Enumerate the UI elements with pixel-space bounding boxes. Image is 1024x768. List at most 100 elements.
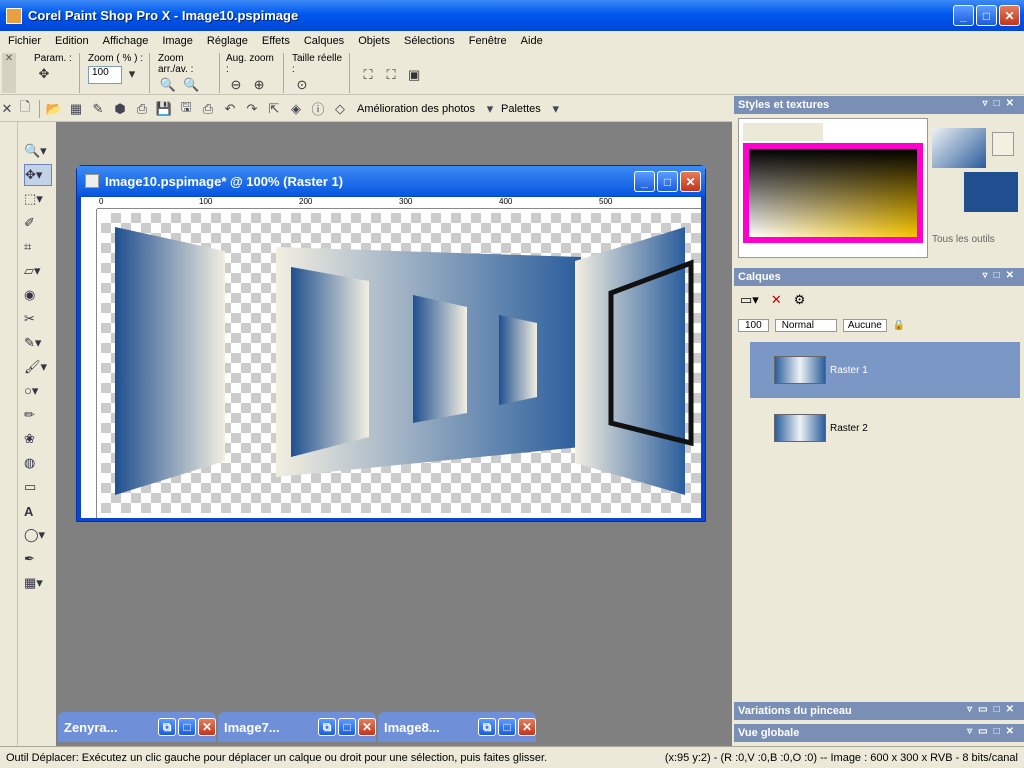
maximize-button[interactable]: □ [976,5,997,26]
color-gradient[interactable] [743,143,923,243]
close-toolbar-icon[interactable]: ✕ [0,98,14,120]
canvas-area[interactable]: 0 100 200 300 400 500 [81,197,701,518]
eraser-icon[interactable]: ◇ [329,98,351,120]
save-as-icon[interactable]: 🖫 [175,98,197,120]
panel-buttons[interactable]: ▿▭□✕ [967,726,1020,737]
art-eraser-tool-icon[interactable]: ▭ [24,476,52,498]
save-icon[interactable]: 💾 [153,98,175,120]
transform-tool-icon[interactable]: ▱▾ [24,260,52,282]
image-canvas[interactable] [101,213,701,513]
menu-fenetre[interactable]: Fenêtre [469,35,507,47]
move-tool-icon[interactable]: ✥▾ [24,164,52,186]
full-screen-icon[interactable]: ▣ [404,67,424,85]
menu-effets[interactable]: Effets [262,35,290,47]
layer-row-raster-2[interactable]: Raster 2 [750,400,1020,456]
palette-tabs[interactable] [743,123,823,141]
amelioration-menu[interactable]: Amélioration des photos [357,103,475,115]
close-button[interactable]: ✕ [999,5,1020,26]
paint-brush-tool-icon[interactable]: 🖌▾ [24,356,52,378]
close-button[interactable]: ✕ [198,718,216,736]
maximize-button[interactable]: □ [338,718,356,736]
brush-panel-header[interactable]: Variations du pinceau ▿▭□✕ [734,702,1024,720]
minimized-window[interactable]: Image8... ⧉ □ ✕ [378,712,536,742]
all-tools-checkbox[interactable]: Tous les outils [932,234,995,245]
menu-objets[interactable]: Objets [358,35,390,47]
menu-reglage[interactable]: Réglage [207,35,248,47]
zoom-plus-icon[interactable]: ⊕ [249,77,269,95]
menu-calques[interactable]: Calques [304,35,344,47]
maximize-button[interactable]: □ [498,718,516,736]
menu-aide[interactable]: Aide [521,35,543,47]
panel-buttons[interactable]: ▿▭□✕ [967,704,1020,715]
fit-image-icon[interactable]: ⛶ [381,67,401,85]
flood-fill-tool-icon[interactable]: ◍ [24,452,52,474]
red-eye-tool-icon[interactable]: ◉ [24,284,52,306]
dropdown-arrow-icon[interactable]: ▾ [551,98,561,120]
close-button[interactable]: ✕ [358,718,376,736]
dodge-tool-icon[interactable]: ○▾ [24,380,52,402]
new-layer-icon[interactable]: ▭▾ [740,292,759,308]
toolbar-grip[interactable]: ✕ [2,53,16,93]
background-swatch[interactable] [964,172,1018,212]
close-button[interactable]: ✕ [518,718,536,736]
actual-size-icon[interactable]: ⊙ [292,77,312,95]
zoom-spinner-icon[interactable]: ▾ [125,66,139,84]
zoom-minus-icon[interactable]: ⊖ [226,77,246,95]
crop-tool-icon[interactable]: ⌗ [24,236,52,258]
minimize-button[interactable]: _ [953,5,974,26]
image-close-button[interactable]: ✕ [680,171,701,192]
mask-select[interactable]: Aucune [842,318,887,332]
resize-icon[interactable]: ⇱ [263,98,285,120]
move-icon[interactable]: ✥ [34,66,54,84]
menu-image[interactable]: Image [162,35,193,47]
eraser-tool-icon[interactable]: ✏ [24,404,52,426]
clone-tool-icon[interactable]: ✎▾ [24,332,52,354]
text-tool-icon[interactable]: A [24,500,52,522]
maximize-button[interactable]: □ [178,718,196,736]
printer-icon[interactable]: ⎙ [197,98,219,120]
print-icon[interactable]: ⎙ [131,98,153,120]
image-window-titlebar[interactable]: Image10.pspimage* @ 100% (Raster 1) [77,166,705,196]
color-picker[interactable] [738,118,928,258]
dropper-tool-icon[interactable]: ✐ [24,212,52,234]
fit-window-icon[interactable]: ⛶ [358,67,378,85]
zoom-in-icon[interactable]: 🔍 [181,77,201,95]
scan-icon[interactable]: ⬢ [109,98,131,120]
selection-tool-icon[interactable]: ⬚▾ [24,188,52,210]
zoom-tool-icon[interactable]: 🔍▾ [24,140,52,162]
info-icon[interactable]: ⓘ [307,98,329,120]
redo-icon[interactable]: ↷ [241,98,263,120]
image-minimize-button[interactable]: _ [634,171,655,192]
minimized-window[interactable]: Image7... ⧉ □ ✕ [218,712,376,742]
menu-edition[interactable]: Edition [55,35,89,47]
restore-button[interactable]: ⧉ [318,718,336,736]
blend-mode-select[interactable]: Normal [774,318,837,332]
image-maximize-button[interactable]: □ [657,171,678,192]
restore-button[interactable]: ⧉ [158,718,176,736]
layer-properties-icon[interactable]: ⚙ [794,292,806,308]
minimized-window[interactable]: Zenyra... ⧉ □ ✕ [58,712,216,742]
lock-icon[interactable]: 🔒 [893,320,905,331]
layer-row-raster-1[interactable]: Raster 1 [750,342,1020,398]
background-swatch-small[interactable] [992,132,1014,156]
delete-layer-icon[interactable]: ✕ [771,292,782,308]
new-file-icon[interactable]: 🗋 [14,98,36,120]
menu-selections[interactable]: Sélections [404,35,455,47]
panel-buttons[interactable]: ▿□✕ [983,270,1020,281]
panel-buttons[interactable]: ▿□✕ [983,98,1020,109]
dropdown-arrow-icon[interactable]: ▾ [485,98,495,120]
effects-browser-icon[interactable]: ◈ [285,98,307,120]
foreground-swatch[interactable] [932,128,986,168]
preset-shape-tool-icon[interactable]: ◯▾ [24,524,52,546]
browse-icon[interactable]: ▦ [65,98,87,120]
picture-tube-tool-icon[interactable]: ❀ [24,428,52,450]
makeover-tool-icon[interactable]: ✂ [24,308,52,330]
warp-tool-icon[interactable]: ▦▾ [24,572,52,594]
restore-button[interactable]: ⧉ [478,718,496,736]
zoom-input[interactable]: 100 [88,66,122,85]
brush-icon[interactable]: ✎ [87,98,109,120]
undo-icon[interactable]: ↶ [219,98,241,120]
opacity-input[interactable]: 100 [738,318,769,332]
menu-fichier[interactable]: Fichier [8,35,41,47]
zoom-out-icon[interactable]: 🔍 [158,77,178,95]
